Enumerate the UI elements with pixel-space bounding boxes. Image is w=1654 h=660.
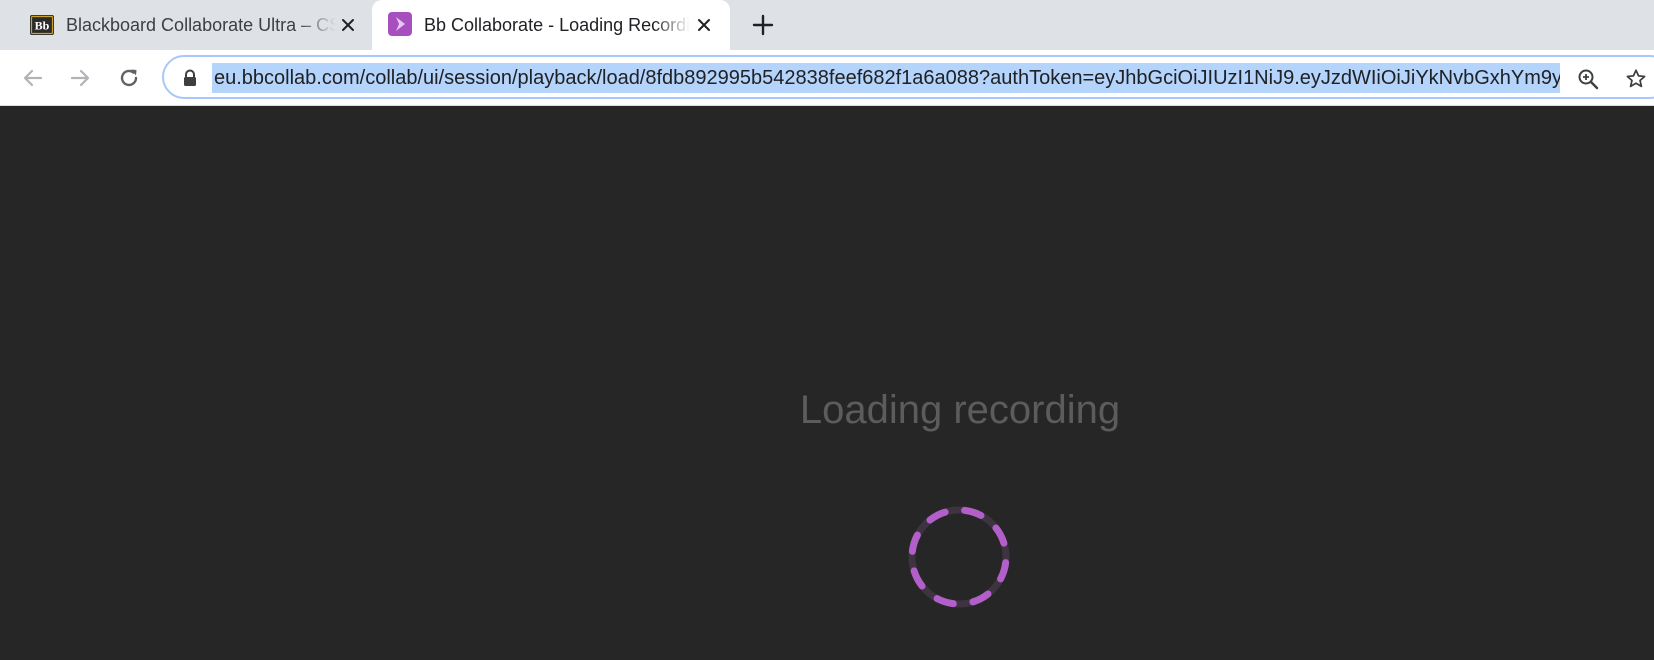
close-icon[interactable] bbox=[692, 13, 716, 37]
blackboard-bb-icon: Bb bbox=[30, 14, 54, 36]
url-text[interactable]: eu.bbcollab.com/collab/ui/session/playba… bbox=[212, 63, 1560, 93]
spinner-segment bbox=[997, 559, 1010, 583]
spinner-segment bbox=[933, 595, 957, 608]
arrow-left-icon bbox=[23, 69, 43, 87]
zoom-icon[interactable] bbox=[1576, 67, 1600, 91]
page-content: Loading recording bbox=[0, 106, 1654, 660]
back-button[interactable] bbox=[18, 63, 48, 93]
new-tab-button[interactable] bbox=[750, 12, 776, 38]
reload-icon bbox=[120, 69, 138, 87]
address-bar[interactable]: eu.bbcollab.com/collab/ui/session/playba… bbox=[162, 55, 1654, 99]
plus-icon bbox=[752, 14, 774, 36]
tab-strip: Bb Blackboard Collaborate Ultra – CS Bb … bbox=[0, 0, 1654, 50]
browser-toolbar: eu.bbcollab.com/collab/ui/session/playba… bbox=[0, 50, 1654, 106]
spinner-segment bbox=[961, 506, 985, 519]
spinner-segment bbox=[910, 567, 926, 590]
reload-button[interactable] bbox=[114, 63, 144, 93]
tab-title: Blackboard Collaborate Ultra – CS bbox=[66, 15, 336, 35]
spinner-segment bbox=[908, 531, 921, 555]
close-icon[interactable] bbox=[336, 13, 360, 37]
tab-collaborate-loading[interactable]: Bb Collaborate - Loading Recording bbox=[372, 0, 730, 50]
tab-blackboard[interactable]: Bb Blackboard Collaborate Ultra – CS bbox=[0, 0, 370, 50]
arrow-right-icon bbox=[70, 69, 90, 87]
loading-spinner-icon bbox=[908, 506, 1010, 608]
loading-message: Loading recording bbox=[799, 388, 1121, 432]
spinner-segment bbox=[992, 524, 1008, 547]
spinner-segment bbox=[926, 508, 949, 524]
svg-text:Bb: Bb bbox=[35, 19, 50, 33]
forward-button[interactable] bbox=[65, 63, 95, 93]
tab-title: Bb Collaborate - Loading Recording bbox=[424, 15, 690, 35]
star-icon[interactable] bbox=[1624, 67, 1648, 91]
lock-icon bbox=[182, 69, 198, 87]
collaborate-icon bbox=[388, 12, 412, 36]
spinner-segment bbox=[969, 590, 992, 606]
